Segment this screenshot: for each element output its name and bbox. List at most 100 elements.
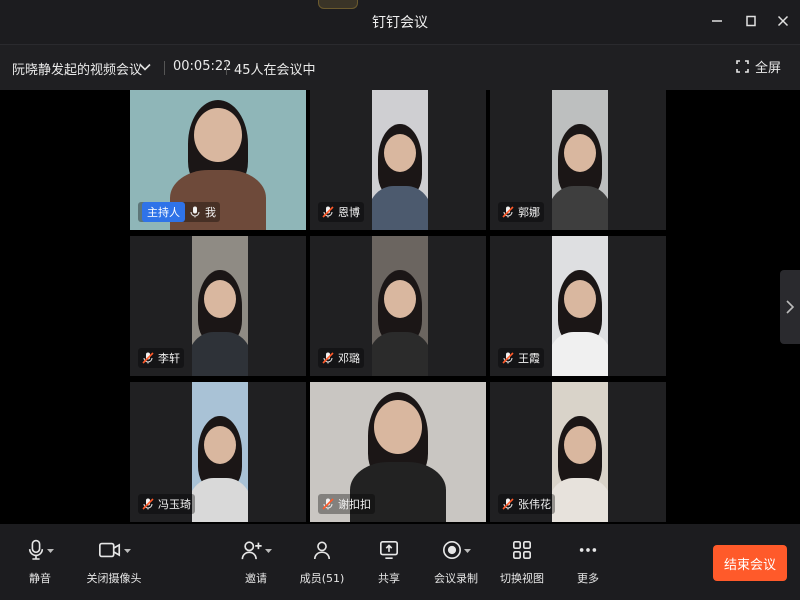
chevron-right-icon bbox=[786, 300, 795, 314]
participant-tile[interactable]: 张伟花 bbox=[490, 382, 666, 522]
more-icon bbox=[579, 548, 597, 552]
share-label: 共享 bbox=[378, 572, 400, 585]
participant-video bbox=[372, 90, 428, 230]
microphone-muted-icon bbox=[502, 352, 514, 364]
camera-off-button[interactable]: 关闭摄像头 bbox=[78, 538, 150, 586]
invite-label: 邀请 bbox=[245, 572, 267, 585]
participant-name: 恩博 bbox=[338, 206, 360, 219]
participant-tile[interactable]: 王霞 bbox=[490, 236, 666, 376]
participant-label: 恩博 bbox=[318, 202, 364, 222]
caret-down-icon[interactable] bbox=[123, 547, 131, 554]
microphone-muted-icon bbox=[502, 498, 514, 510]
participant-label: 郭娜 bbox=[498, 202, 544, 222]
divider bbox=[226, 61, 227, 75]
minimize-icon bbox=[712, 20, 722, 22]
end-meeting-button[interactable]: 结束会议 bbox=[713, 545, 787, 581]
participant-body bbox=[372, 332, 428, 376]
switch-view-button[interactable]: 切换视图 bbox=[486, 538, 558, 586]
participant-face bbox=[384, 134, 416, 172]
participant-face bbox=[384, 280, 416, 318]
next-page-button[interactable] bbox=[780, 270, 800, 344]
microphone-muted-icon bbox=[502, 206, 514, 218]
record-icon bbox=[442, 541, 461, 559]
participant-face bbox=[564, 280, 596, 318]
participant-tile[interactable]: 郭娜 bbox=[490, 90, 666, 230]
microphone-muted-icon bbox=[142, 498, 154, 510]
participant-tile[interactable]: 谢扣扣 bbox=[310, 382, 486, 522]
participant-label: 王霞 bbox=[498, 348, 544, 368]
mute-label: 静音 bbox=[29, 572, 51, 585]
microphone-muted-icon bbox=[502, 206, 514, 218]
share-button[interactable]: 共享 bbox=[353, 538, 425, 586]
microphone-muted-icon bbox=[502, 352, 514, 364]
participant-label: 主持人 我 bbox=[138, 202, 220, 222]
user-icon bbox=[313, 541, 331, 560]
members-label: 成员(51) bbox=[299, 572, 345, 585]
mute-button[interactable]: 静音 bbox=[4, 538, 76, 586]
caret-down-icon[interactable] bbox=[463, 547, 471, 554]
participant-tile[interactable]: 冯玉琦 bbox=[130, 382, 306, 522]
switch-view-label: 切换视图 bbox=[500, 572, 544, 585]
participant-name: 王霞 bbox=[518, 352, 540, 365]
fullscreen-button[interactable]: 全屏 bbox=[736, 57, 781, 76]
invite-button[interactable]: 邀请 bbox=[220, 538, 292, 586]
add-user-icon bbox=[241, 541, 262, 560]
microphone-muted-icon bbox=[142, 352, 154, 364]
microphone-muted-icon bbox=[322, 206, 334, 218]
participant-label: 冯玉琦 bbox=[138, 494, 195, 514]
microphone-muted-icon bbox=[142, 498, 154, 510]
participant-body bbox=[192, 478, 248, 522]
divider bbox=[164, 61, 165, 75]
share-screen-icon bbox=[380, 541, 398, 559]
host-badge: 主持人 bbox=[142, 202, 185, 222]
close-button[interactable] bbox=[772, 10, 794, 32]
meeting-timer: 00:05:22 bbox=[173, 59, 232, 74]
meeting-toolbar: 静音 关闭摄像头 邀请 成员(51) 共享 会议录制 切换视图 更多 bbox=[0, 524, 800, 600]
participant-body bbox=[372, 186, 428, 230]
microphone-muted-icon bbox=[322, 498, 334, 510]
microphone-muted-icon bbox=[322, 352, 334, 364]
participant-face bbox=[374, 400, 422, 454]
participant-tile[interactable]: 邓璐 bbox=[310, 236, 486, 376]
participant-name: 冯玉琦 bbox=[158, 498, 191, 511]
record-button[interactable]: 会议录制 bbox=[420, 538, 492, 586]
video-stage: 主持人 我 恩博 郭娜李轩 邓璐 王霞冯玉琦 谢扣扣 张伟花 bbox=[0, 90, 800, 524]
fullscreen-label: 全屏 bbox=[755, 61, 782, 76]
participant-tile[interactable]: 李轩 bbox=[130, 236, 306, 376]
caret-down-icon[interactable] bbox=[46, 547, 54, 554]
participant-face bbox=[194, 108, 242, 162]
participant-video bbox=[192, 382, 248, 522]
camera-off-label: 关闭摄像头 bbox=[86, 572, 142, 585]
participant-label: 邓璐 bbox=[318, 348, 364, 368]
microphone-icon bbox=[28, 539, 43, 560]
microphone-muted-icon bbox=[322, 498, 334, 510]
meeting-name: 阮晓静发起的视频会议 bbox=[12, 63, 143, 78]
caret-down-icon[interactable] bbox=[264, 547, 272, 554]
participant-video bbox=[552, 382, 608, 522]
participant-body bbox=[552, 478, 608, 522]
minimize-button[interactable] bbox=[706, 10, 728, 32]
title-bar: 钉钉会议 bbox=[0, 0, 800, 44]
microphone-muted-icon bbox=[502, 498, 514, 510]
chevron-down-icon[interactable] bbox=[138, 60, 152, 74]
participant-tile[interactable]: 恩博 bbox=[310, 90, 486, 230]
drag-handle[interactable] bbox=[318, 0, 358, 9]
participant-name: 邓璐 bbox=[338, 352, 360, 365]
record-label: 会议录制 bbox=[434, 572, 478, 585]
more-button[interactable]: 更多 bbox=[552, 538, 624, 586]
maximize-button[interactable] bbox=[740, 10, 762, 32]
participant-count: 45人在会议中 bbox=[234, 63, 316, 78]
participant-body bbox=[552, 332, 608, 376]
microphone-muted-icon bbox=[322, 352, 334, 364]
participant-tile[interactable]: 主持人 我 bbox=[130, 90, 306, 230]
participant-body bbox=[552, 186, 608, 230]
members-button[interactable]: 成员(51) bbox=[286, 538, 358, 586]
participant-face bbox=[564, 426, 596, 464]
microphone-icon bbox=[190, 206, 200, 218]
microphone-icon bbox=[189, 206, 201, 218]
camera-icon bbox=[98, 542, 120, 558]
maximize-icon bbox=[746, 15, 756, 27]
participant-name: 谢扣扣 bbox=[338, 498, 371, 511]
participant-label: 张伟花 bbox=[498, 494, 555, 514]
participant-face bbox=[204, 280, 236, 318]
